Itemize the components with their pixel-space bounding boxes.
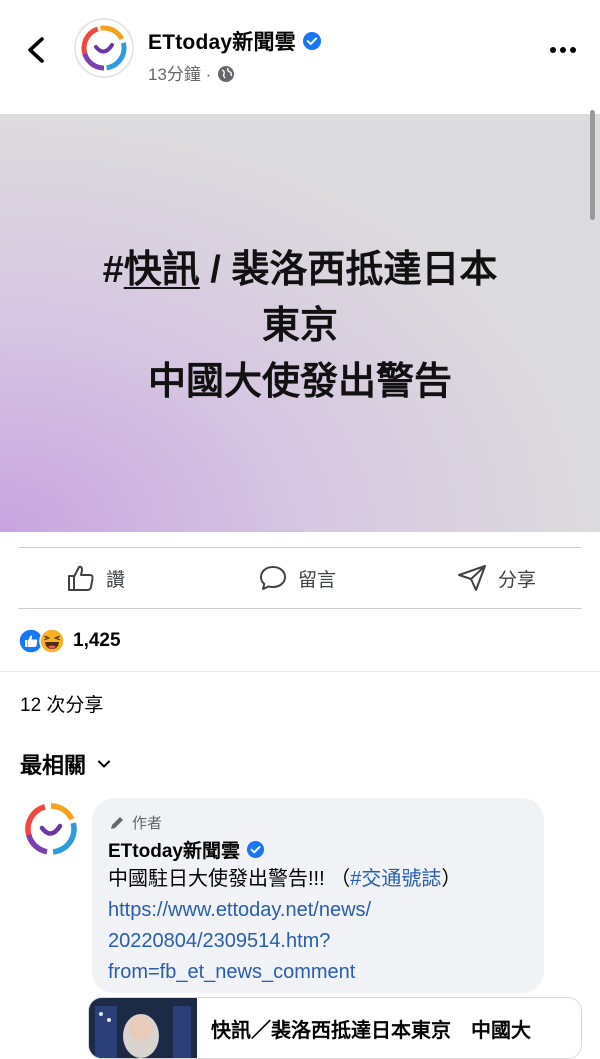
post-meta: 13分鐘 · (148, 60, 235, 85)
scrollbar[interactable] (590, 110, 595, 220)
post-time[interactable]: 13分鐘 (148, 65, 201, 84)
image-hashtag: 快訊 (123, 249, 200, 291)
page-avatar[interactable] (74, 18, 134, 78)
reaction-count: 1,425 (73, 630, 121, 651)
sort-label: 最相關 (20, 753, 87, 778)
post-header: ETtoday新聞雲 13分鐘 · (0, 0, 600, 112)
image-line-1-rest: / 裴洛西抵達日本 (199, 249, 498, 291)
verified-badge-icon (246, 840, 265, 859)
ettoday-logo-icon (81, 25, 127, 71)
comment-body-end: ） (441, 868, 462, 890)
link-preview-thumbnail (89, 998, 197, 1058)
comment-url-line-3[interactable]: from=fb_et_news_comment (108, 957, 538, 988)
comment-label: 留言 (298, 569, 337, 591)
chevron-down-icon (98, 760, 111, 768)
more-dots-icon (550, 47, 576, 53)
back-button[interactable] (22, 33, 52, 67)
image-hash: # (102, 249, 124, 291)
image-line-2: 東京 (261, 305, 338, 347)
like-label: 讚 (106, 569, 126, 591)
haha-reaction-icon (39, 628, 65, 654)
action-bar-top-divider (18, 547, 582, 548)
page-name[interactable]: ETtoday新聞雲 (148, 26, 322, 56)
like-button[interactable]: 讚 (66, 562, 125, 594)
post-image-text: #快訊 / 裴洛西抵達日本 東京 中國大使發出警告 (0, 242, 600, 410)
more-options-button[interactable] (548, 40, 578, 60)
comment-url-line-1[interactable]: https://www.ettoday.net/news/ (108, 895, 538, 926)
thumbs-up-icon (68, 565, 94, 591)
share-label: 分享 (498, 569, 537, 591)
share-button[interactable]: 分享 (456, 562, 536, 594)
share-arrow-icon (458, 565, 486, 591)
link-preview-card[interactable]: 快訊／裴洛西抵達日本東京 中國大 (88, 997, 582, 1059)
author-badge: 作者 (108, 812, 162, 833)
share-count[interactable]: 12 次分享 (20, 690, 103, 717)
action-bar-bottom-divider (18, 608, 582, 609)
pencil-icon (111, 816, 123, 829)
image-line-1: #快訊 / 裴洛西抵達日本 (0, 242, 600, 298)
comment-sort-dropdown[interactable]: 最相關 (20, 748, 112, 780)
link-preview-title: 快訊／裴洛西抵達日本東京 中國大 (211, 1020, 531, 1042)
comment-body: 中國駐日大使發出警告!!! （ (108, 868, 351, 890)
comment-author-text: ETtoday新聞雲 (108, 841, 240, 862)
reactions-divider (0, 671, 600, 672)
comment-text: 中國駐日大使發出警告!!! （#交通號誌） https://www.ettoda… (108, 864, 538, 988)
reactions-summary[interactable]: 1,425 (18, 626, 121, 656)
back-arrow-icon (28, 37, 44, 63)
image-line-3: 中國大使發出警告 (147, 361, 452, 403)
commenter-avatar[interactable] (22, 800, 80, 858)
comment-url-line-2[interactable]: 20220804/2309514.htm? (108, 926, 538, 957)
meta-separator: · (205, 65, 212, 84)
ettoday-logo-icon (25, 803, 77, 855)
comment-line-1: 中國駐日大使發出警告!!! （#交通號誌） (108, 864, 538, 895)
comment-hashtag-link[interactable]: #交通號誌 (350, 868, 441, 890)
comment-bubble[interactable]: 作者 ETtoday新聞雲 中國駐日大使發出警告!!! （#交通號誌） http… (92, 798, 544, 993)
page-name-text: ETtoday新聞雲 (148, 31, 296, 54)
comment-author-name[interactable]: ETtoday新聞雲 (108, 836, 265, 863)
globe-icon (218, 66, 235, 82)
comment-bubble-icon (260, 566, 286, 590)
verified-badge-icon (302, 32, 321, 50)
comment-button[interactable]: 留言 (258, 562, 336, 594)
post-image[interactable]: #快訊 / 裴洛西抵達日本 東京 中國大使發出警告 (0, 114, 600, 532)
author-badge-label: 作者 (132, 815, 163, 832)
flag-and-person-thumbnail-icon (89, 998, 197, 1058)
